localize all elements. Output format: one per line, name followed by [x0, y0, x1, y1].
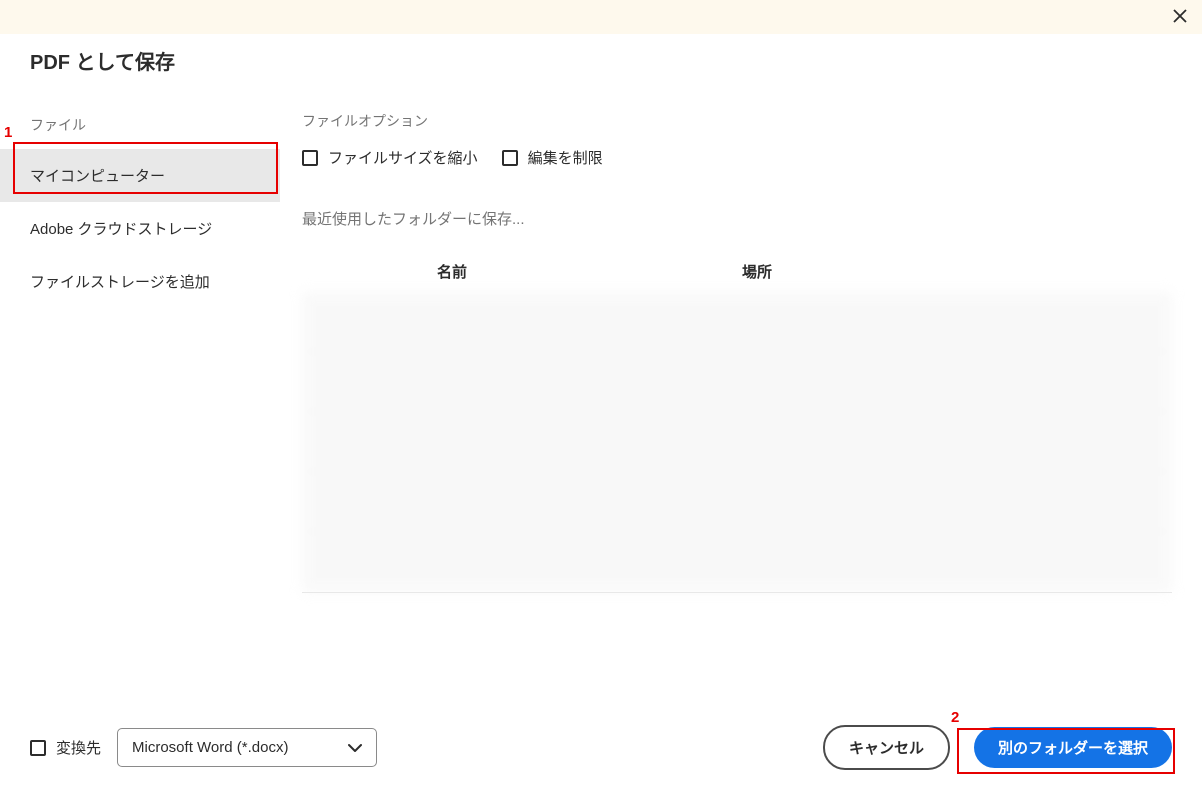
convert-format-dropdown[interactable]: Microsoft Word (*.docx)	[117, 728, 377, 767]
table-row[interactable]	[302, 412, 1172, 472]
checkbox-icon	[502, 150, 518, 166]
chevron-down-icon	[348, 743, 362, 753]
checkbox-label: ファイルサイズを縮小	[328, 147, 478, 168]
convert-to-checkbox[interactable]: 変換先	[30, 737, 101, 758]
sidebar-item-add-storage[interactable]: ファイルストレージを追加	[0, 255, 280, 308]
close-icon	[1172, 8, 1188, 24]
table-row[interactable]	[302, 292, 1172, 352]
checkbox-label: 編集を制限	[528, 147, 603, 168]
sidebar: ファイル マイコンピューター Adobe クラウドストレージ ファイルストレージ…	[0, 105, 280, 593]
recent-folders-table: 名前 場所	[302, 249, 1172, 593]
sidebar-item-my-computer[interactable]: マイコンピューター	[0, 149, 280, 202]
column-header-location: 場所	[602, 261, 1172, 282]
dropdown-value: Microsoft Word (*.docx)	[132, 739, 288, 756]
table-row[interactable]	[302, 352, 1172, 412]
dialog-title: PDF として保存	[0, 34, 1202, 95]
file-options-heading: ファイルオプション	[302, 111, 1172, 131]
table-row[interactable]	[302, 532, 1172, 592]
checkbox-icon	[30, 740, 46, 756]
annotation-label-1: 1	[4, 124, 12, 141]
reduce-file-size-checkbox[interactable]: ファイルサイズを縮小	[302, 147, 478, 168]
sidebar-item-label: ファイルストレージを追加	[30, 274, 210, 291]
choose-different-folder-button[interactable]: 別のフォルダーを選択	[974, 727, 1172, 768]
content-area: ファイルオプション ファイルサイズを縮小 編集を制限 最近使用したフォルダーに保…	[280, 105, 1202, 593]
dialog-footer: 変換先 Microsoft Word (*.docx) キャンセル 別のフォルダ…	[0, 725, 1202, 770]
divider	[302, 592, 1172, 593]
restrict-editing-checkbox[interactable]: 編集を制限	[502, 147, 603, 168]
checkbox-icon	[302, 150, 318, 166]
top-banner	[0, 0, 1202, 34]
column-header-name: 名前	[302, 261, 602, 282]
sidebar-heading: ファイル	[0, 105, 280, 149]
annotation-label-2: 2	[951, 709, 959, 726]
recent-folders-body-blurred	[302, 292, 1172, 592]
recent-folders-heading: 最近使用したフォルダーに保存...	[302, 208, 1172, 229]
checkbox-label: 変換先	[56, 737, 101, 758]
close-button[interactable]	[1172, 8, 1188, 28]
sidebar-item-label: Adobe クラウドストレージ	[30, 221, 212, 238]
table-row[interactable]	[302, 472, 1172, 532]
cancel-button[interactable]: キャンセル	[823, 725, 950, 770]
sidebar-item-label: マイコンピューター	[30, 168, 165, 185]
sidebar-item-adobe-cloud[interactable]: Adobe クラウドストレージ	[0, 202, 280, 255]
